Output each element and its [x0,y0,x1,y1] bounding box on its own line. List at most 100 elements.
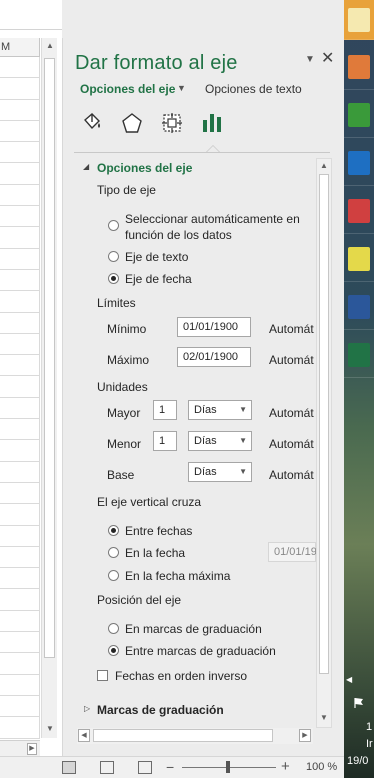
minimum-input[interactable]: 01/01/1900 [177,317,251,337]
zoom-slider-thumb[interactable] [226,761,230,773]
sheet-row[interactable] [0,610,40,633]
chevron-down-icon[interactable]: ▼ [177,83,186,93]
sheet-row[interactable] [0,120,40,143]
cross-date-input[interactable]: 01/01/19 [268,542,317,562]
reverse-dates-label[interactable]: Fechas en orden inverso [115,669,247,683]
maximum-input[interactable]: 02/01/1900 [177,347,251,367]
sheet-row[interactable] [0,674,40,696]
scroll-right-icon[interactable]: ▶ [27,743,37,755]
clock-date[interactable]: 19/0 [347,755,368,767]
scroll-down-icon[interactable]: ▼ [45,724,55,734]
sheet-row[interactable] [0,717,40,739]
radio-on-tick-marks[interactable] [108,623,119,634]
pane-options-chevron-icon[interactable]: ▼ [305,54,315,65]
sheet-row[interactable] [0,376,40,398]
tray-arrow-icon[interactable]: ◀ [346,675,352,684]
major-auto-button[interactable]: Automát [269,406,314,420]
normal-view-icon[interactable] [62,761,76,774]
sheet-row[interactable] [0,99,40,121]
notification-flag-icon[interactable] [353,697,365,709]
radio-max-date[interactable] [108,570,119,581]
radio-on-tick-marks-label[interactable]: En marcas de graduación [125,622,262,636]
sheet-row[interactable] [0,142,40,164]
radio-max-date-label[interactable]: En la fecha máxima [125,569,230,583]
taskbar-app-highlighted[interactable] [344,0,374,40]
sheet-row[interactable] [0,163,40,185]
sheet-vertical-scrollbar[interactable]: ▲ ▼ [41,38,57,738]
clock-language[interactable]: Ir [366,738,373,750]
scroll-up-icon[interactable]: ▲ [45,41,55,51]
sheet-row[interactable] [0,312,40,334]
section-tick-marks[interactable]: Marcas de graduación [97,703,224,717]
radio-at-date[interactable] [108,547,119,558]
sheet-row[interactable] [0,397,40,420]
sheet-row[interactable] [0,440,40,462]
sheet-row[interactable] [0,525,40,547]
radio-text-axis[interactable] [108,251,119,262]
sheet-row[interactable] [0,504,40,526]
base-unit-dropdown[interactable]: Días ▼ [188,462,252,482]
sheet-row[interactable] [0,355,40,377]
zoom-out-icon[interactable]: − [166,760,174,774]
radio-between-tick-marks-label[interactable]: Entre marcas de graduación [125,644,276,658]
sheet-row[interactable] [0,333,40,356]
radio-at-date-label[interactable]: En la fecha [125,546,185,560]
taskbar-app-excel[interactable] [344,332,374,378]
scroll-thumb[interactable] [93,729,273,742]
radio-auto-select-label[interactable]: Seleccionar automáticamente en [125,212,300,226]
radio-between-tick-marks[interactable] [108,645,119,656]
taskbar-app[interactable] [344,140,374,186]
minor-unit-dropdown[interactable]: Días ▼ [188,431,252,451]
sheet-row[interactable] [0,653,40,675]
sheet-row[interactable] [0,248,40,270]
taskbar-app[interactable] [344,188,374,234]
tab-axis-options[interactable]: Opciones del eje [80,82,175,96]
section-axis-options[interactable]: Opciones del eje [97,161,192,175]
zoom-in-icon[interactable]: + [281,759,290,774]
sheet-row[interactable] [0,291,40,313]
sheet-row[interactable] [0,206,40,228]
sheet-row[interactable] [0,461,40,483]
scroll-down-icon[interactable]: ▼ [319,713,329,723]
sheet-rows[interactable] [0,57,40,740]
sheet-row[interactable] [0,482,40,505]
scroll-left-icon[interactable]: ◀ [78,729,90,742]
radio-date-axis[interactable] [108,273,119,284]
radio-date-axis-label[interactable]: Eje de fecha [125,272,192,286]
expand-triangle-icon[interactable]: ▷ [84,704,90,713]
size-properties-icon[interactable] [159,110,185,136]
sheet-row[interactable] [0,568,40,590]
maximum-auto-button[interactable]: Automát [269,353,314,367]
pane-vertical-scrollbar[interactable]: ▲ ▼ [316,158,332,728]
radio-text-axis-label[interactable]: Eje de texto [125,250,188,264]
sheet-row[interactable] [0,589,40,611]
scroll-right-icon[interactable]: ▶ [299,729,311,742]
taskbar-app[interactable] [344,44,374,90]
zoom-level[interactable]: 100 % [306,761,337,773]
effects-pentagon-icon[interactable] [119,110,145,136]
clock-time[interactable]: 1 [366,721,372,733]
minor-auto-button[interactable]: Automát [269,437,314,451]
sheet-row[interactable] [0,419,40,441]
page-layout-view-icon[interactable] [100,761,114,774]
radio-auto-select-label-line2[interactable]: función de los datos [125,228,232,242]
column-header-m[interactable]: M [0,38,40,57]
pane-horizontal-scrollbar[interactable]: ◀ ▶ [77,728,313,744]
scroll-up-icon[interactable]: ▲ [319,161,329,171]
sheet-row[interactable] [0,632,40,654]
sheet-row[interactable] [0,57,40,79]
axis-options-bar-chart-icon[interactable] [199,110,225,136]
reverse-dates-checkbox[interactable] [97,670,108,681]
major-unit-input[interactable]: 1 [153,400,177,420]
scroll-thumb[interactable] [319,174,329,674]
radio-between-dates-label[interactable]: Entre fechas [125,524,192,538]
sheet-row[interactable] [0,546,40,569]
radio-auto-select[interactable] [108,220,119,231]
sheet-row[interactable] [0,184,40,207]
fill-line-icon[interactable] [79,110,105,136]
minor-unit-input[interactable]: 1 [153,431,177,451]
scroll-thumb[interactable] [44,58,55,658]
sheet-row[interactable] [0,227,40,249]
sheet-row[interactable] [0,269,40,292]
sheet-row[interactable] [0,695,40,718]
